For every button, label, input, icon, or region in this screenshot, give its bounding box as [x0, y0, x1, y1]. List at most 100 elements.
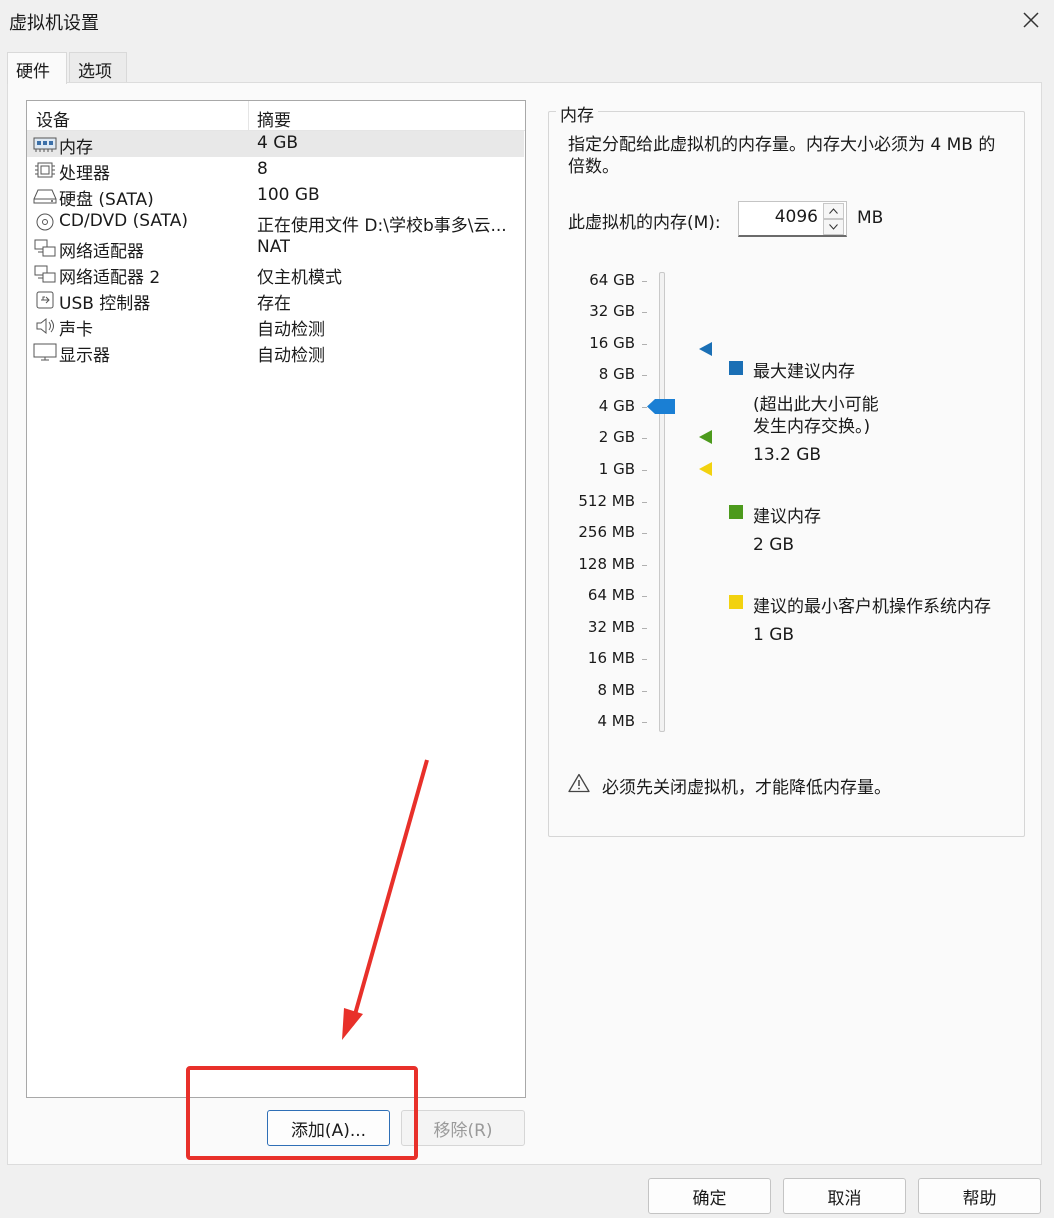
scale-label: 256 MB [578, 523, 635, 541]
scale-tick [642, 691, 647, 692]
legend-label-max: 最大建议内存 [753, 362, 855, 382]
ok-button[interactable]: 确定 [648, 1178, 771, 1214]
scale-tick [642, 722, 647, 723]
scale-tick [642, 628, 647, 629]
chevron-down-icon [829, 224, 838, 230]
scale-label: 16 GB [589, 334, 635, 352]
cancel-button[interactable]: 取消 [783, 1178, 906, 1214]
warning-text: 必须先关闭虚拟机，才能降低内存量。 [602, 778, 891, 798]
scale-label: 512 MB [578, 492, 635, 510]
recommended-marker [699, 430, 712, 444]
scale-label: 64 GB [589, 271, 635, 289]
device-name: 内存 [59, 138, 93, 158]
device-name: 声卡 [59, 320, 93, 340]
device-name: 处理器 [59, 164, 110, 184]
device-summary: 自动检测 [257, 346, 325, 366]
help-button[interactable]: 帮助 [918, 1178, 1041, 1214]
device-summary: 8 [257, 159, 268, 179]
device-list[interactable]: 设备 摘要 内存 4 GB 处理器 8 硬盘 (SATA) 100 GB CD/… [26, 100, 526, 1098]
scale-label: 4 GB [598, 397, 635, 415]
title-bar: 虚拟机设置 [0, 0, 1054, 42]
scale-tick [642, 565, 647, 566]
scale-label: 2 GB [598, 428, 635, 446]
processor-icon [35, 162, 55, 178]
min-recommended-marker [699, 462, 712, 476]
scale-label: 32 MB [587, 618, 635, 636]
device-row-network-adapter-2[interactable]: 网络适配器 2 仅主机模式 [27, 261, 524, 288]
column-divider[interactable] [248, 101, 249, 131]
scale-tick [642, 438, 647, 439]
device-row-processor[interactable]: 处理器 8 [27, 157, 524, 184]
scale-label: 8 GB [598, 365, 635, 383]
tab-options[interactable]: 选项 [69, 52, 127, 83]
memory-unit: MB [857, 208, 884, 228]
scale-tick [642, 281, 647, 282]
device-name: CD/DVD (SATA) [59, 211, 188, 231]
legend-label-recommended: 建议内存 [753, 507, 821, 527]
device-summary: NAT [257, 237, 291, 257]
scale-label: 4 MB [597, 712, 635, 730]
legend-value-min: 1 GB [753, 625, 795, 645]
cd-dvd-icon [36, 213, 54, 231]
scale-tick [642, 470, 647, 471]
device-summary: 存在 [257, 294, 291, 314]
scale-label: 1 GB [598, 460, 635, 478]
device-name: 网络适配器 2 [59, 268, 161, 288]
device-summary: 4 GB [257, 133, 299, 153]
memory-icon [33, 137, 57, 152]
memory-label: 此虚拟机的内存(M): [568, 213, 721, 233]
scale-tick [642, 344, 647, 345]
device-row-usb-controller[interactable]: USB 控制器 存在 [27, 287, 524, 314]
max-recommended-marker [699, 342, 712, 356]
device-row-display[interactable]: 显示器 自动检测 [27, 339, 524, 366]
memory-input[interactable]: 4096 [775, 207, 818, 227]
usb-icon [36, 291, 54, 309]
network-adapter-icon [34, 239, 56, 257]
legend-value-recommended: 2 GB [753, 535, 795, 555]
column-header-device[interactable]: 设备 [36, 106, 70, 131]
chevron-up-icon [829, 208, 838, 214]
device-summary: 自动检测 [257, 320, 325, 340]
remove-button[interactable]: 移除(R) [401, 1110, 525, 1146]
memory-description: 指定分配给此虚拟机的内存量。内存大小必须为 4 MB 的倍数。 [568, 135, 996, 177]
device-row-network-adapter[interactable]: 网络适配器 NAT [27, 235, 524, 262]
device-name: 硬盘 (SATA) [59, 190, 154, 210]
device-summary: 正在使用文件 D:\学校b事多\云... [257, 216, 507, 236]
column-header-summary[interactable]: 摘要 [257, 106, 291, 131]
add-button[interactable]: 添加(A)... [267, 1110, 390, 1146]
memory-slider-thumb[interactable] [647, 399, 677, 414]
display-icon [33, 343, 57, 361]
legend-note-line2: 发生内存交换。) [753, 417, 871, 437]
device-row-memory[interactable]: 内存 4 GB [27, 131, 524, 158]
legend-swatch-min [729, 595, 743, 609]
legend-swatch-max [729, 361, 743, 375]
window-title: 虚拟机设置 [9, 13, 99, 34]
scale-tick [642, 312, 647, 313]
warning-icon [568, 773, 590, 793]
hard-disk-icon [33, 189, 57, 204]
scale-label: 128 MB [578, 555, 635, 573]
tab-hardware[interactable]: 硬件 [7, 52, 67, 84]
sound-card-icon [36, 317, 54, 335]
device-row-hard-disk[interactable]: 硬盘 (SATA) 100 GB [27, 183, 524, 210]
close-button[interactable] [1012, 2, 1050, 38]
spin-down-button[interactable] [823, 219, 844, 235]
device-name: 网络适配器 [59, 242, 144, 262]
device-summary: 100 GB [257, 185, 320, 205]
device-list-header: 设备 摘要 [27, 101, 525, 131]
device-row-cd-dvd[interactable]: CD/DVD (SATA) 正在使用文件 D:\学校b事多\云... [27, 209, 524, 236]
legend-label-min: 建议的最小客户机操作系统内存 [753, 597, 991, 617]
scale-tick [642, 375, 647, 376]
close-icon [1023, 12, 1039, 28]
device-name: USB 控制器 [59, 294, 151, 314]
memory-spinbox[interactable]: 4096 [738, 201, 847, 237]
device-name: 显示器 [59, 346, 110, 366]
memory-group-title: 内存 [556, 101, 598, 126]
scale-tick [642, 533, 647, 534]
legend-swatch-recommended [729, 505, 743, 519]
scale-label: 32 GB [589, 302, 635, 320]
memory-slider-track[interactable] [659, 272, 665, 732]
spin-up-button[interactable] [823, 203, 844, 219]
device-row-sound-card[interactable]: 声卡 自动检测 [27, 313, 524, 340]
device-summary: 仅主机模式 [257, 268, 342, 288]
